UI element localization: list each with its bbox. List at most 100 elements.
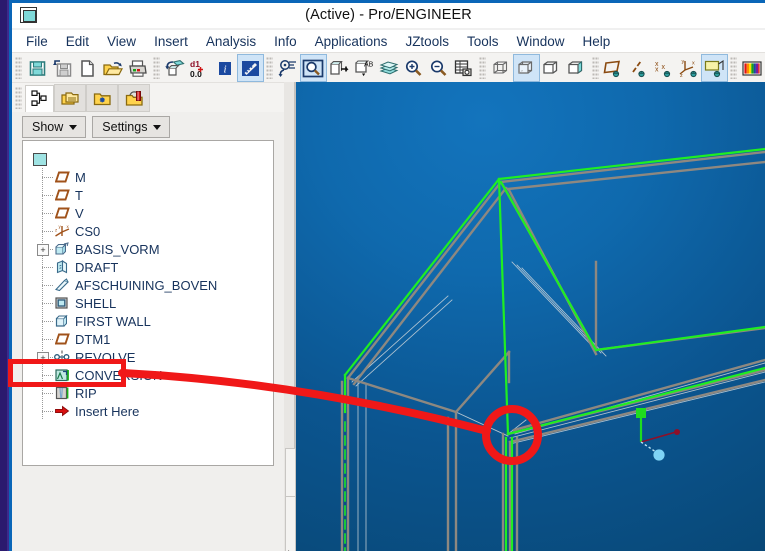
zoom-out-icon[interactable] [426, 55, 451, 81]
tree-item-label: AFSCHUINING_BOVEN [75, 277, 218, 293]
tree-item-draft[interactable]: DRAFT [29, 258, 271, 276]
datum-plane-icon [53, 331, 71, 347]
menu-window[interactable]: Window [507, 32, 573, 51]
chamfer-icon [53, 277, 71, 293]
toolbar-grip-6[interactable] [730, 57, 737, 79]
insert-here-arrow-icon [53, 403, 71, 419]
menu-info[interactable]: Info [265, 32, 306, 51]
toolbar-grip-2[interactable] [153, 57, 160, 79]
layer-tree-icon[interactable] [54, 84, 86, 112]
zoom-in-icon[interactable] [401, 55, 426, 81]
annotation-highlight-revolve [8, 359, 126, 387]
tree-item-label: M [75, 169, 86, 185]
protrusion-icon [53, 241, 71, 257]
model-tree-panel: Show Settings M T V y x z CS0 + BASIS_VO… [12, 112, 284, 551]
tree-item-basis-vorm[interactable]: + BASIS_VORM [29, 240, 271, 258]
toolbar-grip-4[interactable] [479, 57, 486, 79]
tree-item-label: DRAFT [75, 259, 119, 275]
toolbar-grip-3[interactable] [266, 57, 273, 79]
tree-root-node[interactable] [29, 151, 271, 168]
chevron-down-icon [153, 124, 162, 130]
tree-item-label: Insert Here [75, 403, 140, 419]
tree-item-shell[interactable]: SHELL [29, 294, 271, 312]
datum-plane-icon [53, 169, 71, 185]
coordinate-triad [636, 408, 680, 461]
favorites-icon[interactable] [118, 84, 150, 112]
tree-item-label: BASIS_VORM [75, 241, 160, 257]
panel-splitter[interactable]: ◄ ► [284, 82, 296, 551]
save-as-icon[interactable] [50, 55, 75, 81]
no-hidden-icon[interactable] [539, 55, 564, 81]
svg-text:d1: d1 [190, 59, 200, 69]
menu-tools[interactable]: Tools [458, 32, 508, 51]
graphics-viewport[interactable] [296, 82, 765, 551]
insert-mode-icon[interactable] [326, 55, 351, 81]
color-appearance-icon[interactable] [740, 55, 765, 81]
tree-item-insert-here[interactable]: Insert Here [29, 402, 271, 420]
menu-view[interactable]: View [98, 32, 145, 51]
print-icon[interactable] [125, 55, 150, 81]
dimension-icon[interactable]: d1 0.0 [188, 55, 213, 81]
wireframe-icon[interactable] [489, 55, 514, 81]
part-cube-icon [33, 153, 47, 166]
splitter-collapse-right[interactable]: ► [285, 496, 296, 551]
hidden-line-icon[interactable] [513, 54, 541, 82]
sketch-tools-icon[interactable] [276, 55, 301, 81]
svg-text:i: i [224, 63, 227, 75]
folder-browser-icon[interactable] [86, 84, 118, 112]
menu-applications[interactable]: Applications [306, 32, 397, 51]
tree-item-afschuining-boven[interactable]: AFSCHUINING_BOVEN [29, 276, 271, 294]
svg-text:x: x [655, 66, 659, 73]
find-search-icon[interactable] [299, 54, 327, 82]
toolbar-grip-7[interactable] [15, 87, 22, 109]
expand-toggle[interactable]: + [37, 244, 49, 256]
tree-item-first-wall[interactable]: FIRST WALL [29, 312, 271, 330]
menu-analysis[interactable]: Analysis [197, 32, 265, 51]
rip-icon [53, 385, 71, 401]
settings-button-label: Settings [102, 120, 148, 134]
menu-insert[interactable]: Insert [145, 32, 197, 51]
datum-point-icon[interactable]: x x x [652, 55, 677, 81]
repaint-icon[interactable] [451, 55, 476, 81]
show-button[interactable]: Show [22, 116, 87, 138]
title-bar: (Active) - Pro/ENGINEER [12, 3, 765, 28]
chevron-down-icon [69, 124, 78, 130]
window-title: (Active) - Pro/ENGINEER [305, 7, 472, 23]
menu-help[interactable]: Help [573, 32, 619, 51]
tree-item-v[interactable]: V [29, 204, 271, 222]
regenerate-icon[interactable] [163, 55, 188, 81]
tree-control-bar: Show Settings [22, 116, 171, 138]
layers-icon[interactable] [376, 55, 401, 81]
info-icon[interactable]: i [213, 55, 238, 81]
new-file-icon[interactable] [75, 55, 100, 81]
menu-edit[interactable]: Edit [57, 32, 98, 51]
model-tree[interactable]: M T V y x z CS0 + BASIS_VORM DRAFT AFSCH… [22, 140, 274, 466]
shaded-icon[interactable] [564, 55, 589, 81]
wall-icon [53, 313, 71, 329]
datum-annotation-icon[interactable] [701, 54, 729, 82]
datum-plane-icon[interactable] [602, 55, 627, 81]
menu-bar: File Edit View Insert Analysis Info Appl… [12, 30, 765, 52]
datum-plane-icon [53, 205, 71, 221]
toolbar-grip-5[interactable] [592, 57, 599, 79]
datum-axis-icon[interactable] [627, 55, 652, 81]
tree-item-label: SHELL [75, 295, 117, 311]
settings-button[interactable]: Settings [92, 116, 171, 138]
model-tree-icon[interactable] [25, 84, 54, 112]
paint-icon[interactable] [236, 54, 265, 82]
proe-application-window: (Active) - Pro/ENGINEER File Edit View I… [0, 0, 765, 551]
svg-text:x: x [67, 224, 70, 229]
tree-item-t[interactable]: T [29, 186, 271, 204]
menu-file[interactable]: File [17, 32, 57, 51]
save-icon[interactable] [25, 55, 50, 81]
toolbar-grip[interactable] [15, 57, 22, 79]
shell-icon [53, 295, 71, 311]
open-folder-icon[interactable] [100, 55, 125, 81]
tree-item-m[interactable]: M [29, 168, 271, 186]
tree-item-cs0[interactable]: y x z CS0 [29, 222, 271, 240]
annotation-icon[interactable]: AB [351, 55, 376, 81]
menu-jztools[interactable]: JZtools [396, 32, 458, 51]
tree-item-label: T [75, 187, 83, 203]
tree-item-dtm1[interactable]: DTM1 [29, 330, 271, 348]
datum-coord-icon[interactable]: y x z [677, 55, 702, 81]
